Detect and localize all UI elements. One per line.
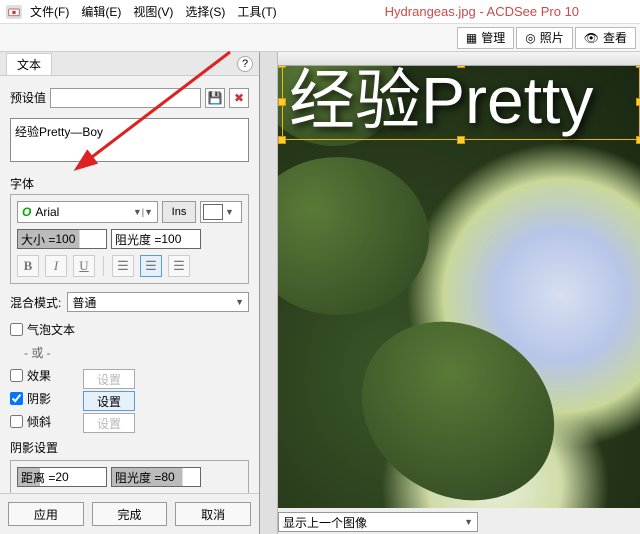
apply-button[interactable]: 应用	[8, 502, 84, 526]
bevel-settings-button: 设置	[83, 413, 135, 433]
resize-handle[interactable]	[278, 66, 286, 68]
grid-icon: ▦	[466, 31, 477, 45]
font-preview-icon: O	[22, 205, 31, 219]
menu-view[interactable]: 视图(V)	[129, 1, 177, 22]
shadow-section-label: 阴影设置	[10, 439, 249, 456]
bevel-checkbox[interactable]: 倾斜	[10, 413, 75, 430]
help-button[interactable]: ?	[237, 56, 253, 72]
resize-handle[interactable]	[636, 98, 640, 106]
effect-settings-button: 设置	[83, 369, 135, 389]
align-center-button[interactable]: ☰	[140, 255, 162, 277]
shadow-checkbox[interactable]: 阴影	[10, 390, 75, 407]
font-fieldset: O Arial ▼|▼ Ins ▼ 大小 = 100 阻光度 =	[10, 194, 249, 284]
resize-handle[interactable]	[636, 66, 640, 68]
chevron-down-icon: ▼	[235, 297, 244, 307]
manage-label: 管理	[481, 29, 505, 46]
photos-button[interactable]: ◎ 照片	[516, 27, 573, 49]
shadow-distance-slider[interactable]: 距离 = 20	[17, 467, 107, 487]
window-title: Hydrangeas.jpg - ACDSee Pro 10	[385, 4, 579, 19]
chevron-down-icon: ▼	[225, 207, 234, 217]
text-overlay-selection[interactable]: 经验Pretty	[282, 66, 640, 140]
align-right-button[interactable]: ☰	[168, 255, 190, 277]
view-label: 查看	[603, 29, 627, 46]
italic-button[interactable]: I	[45, 255, 67, 277]
or-label: - 或 -	[10, 344, 75, 361]
blend-mode-label: 混合模式:	[10, 294, 61, 311]
resize-handle[interactable]	[457, 66, 465, 68]
menu-file[interactable]: 文件(F)	[26, 1, 73, 22]
photos-label: 照片	[540, 29, 564, 46]
font-section-label: 字体	[10, 175, 249, 192]
eye-icon: 👁	[584, 31, 599, 45]
overlay-text: 经验Pretty	[289, 67, 633, 133]
shadow-settings-button[interactable]: 设置	[83, 391, 135, 411]
save-preset-button[interactable]: 💾	[205, 88, 225, 108]
font-color-dropdown[interactable]: ▼	[200, 201, 242, 223]
manage-button[interactable]: ▦ 管理	[457, 27, 514, 49]
view-button[interactable]: 👁 查看	[575, 27, 636, 49]
resize-handle[interactable]	[457, 136, 465, 144]
color-swatch	[203, 204, 223, 220]
font-opacity-slider[interactable]: 阻光度 = 100	[111, 229, 201, 249]
menu-select[interactable]: 选择(S)	[181, 1, 229, 22]
shadow-fieldset: 距离 = 20 阻光度 = 80 模糊 = 12	[10, 460, 249, 493]
done-button[interactable]: 完成	[92, 502, 168, 526]
insert-button[interactable]: Ins	[162, 201, 196, 223]
menu-edit[interactable]: 编辑(E)	[77, 1, 125, 22]
font-name-value: Arial	[35, 205, 59, 219]
blend-mode-dropdown[interactable]: 普通 ▼	[67, 292, 249, 312]
chevron-down-icon: ▼	[464, 517, 473, 527]
delete-preset-button[interactable]: ✖	[229, 88, 249, 108]
bold-button[interactable]: B	[17, 255, 39, 277]
font-size-slider[interactable]: 大小 = 100	[17, 229, 107, 249]
text-tool-panel: 文本 ? 预设值 💾 ✖ 字体 O Arial ▼|▼	[0, 52, 260, 534]
resize-handle[interactable]	[636, 136, 640, 144]
cancel-button[interactable]: 取消	[175, 502, 251, 526]
menu-tools[interactable]: 工具(T)	[233, 1, 280, 22]
resize-handle[interactable]	[278, 136, 286, 144]
effect-checkbox[interactable]: 效果	[10, 367, 75, 384]
chevron-down-icon: ▼|▼	[133, 207, 153, 217]
preset-label: 预设值	[10, 89, 46, 106]
underline-button[interactable]: U	[73, 255, 95, 277]
app-logo	[6, 5, 22, 19]
title-bar: 文件(F) 编辑(E) 视图(V) 选择(S) 工具(T) Hydrangeas…	[0, 0, 640, 24]
canvas-tool-strip[interactable]	[260, 52, 278, 534]
preview-mode-dropdown[interactable]: 显示上一个图像 ▼	[278, 512, 478, 532]
tab-text[interactable]: 文本	[6, 53, 52, 75]
image-viewport[interactable]: 经验Pretty	[278, 66, 640, 508]
horizontal-ruler	[278, 52, 640, 66]
preset-dropdown[interactable]	[50, 88, 201, 108]
photo-icon: ◎	[525, 31, 535, 45]
mode-toolbar: ▦ 管理 ◎ 照片 👁 查看	[0, 24, 640, 52]
bubble-text-checkbox[interactable]: 气泡文本	[10, 321, 75, 338]
canvas-area: 经验Pretty 显示上一个图像 ▼	[260, 52, 640, 534]
resize-handle[interactable]	[278, 98, 286, 106]
shadow-opacity-slider[interactable]: 阻光度 = 80	[111, 467, 201, 487]
align-left-button[interactable]: ☰	[112, 255, 134, 277]
text-content-input[interactable]	[10, 118, 249, 162]
font-family-dropdown[interactable]: O Arial ▼|▼	[17, 201, 158, 223]
